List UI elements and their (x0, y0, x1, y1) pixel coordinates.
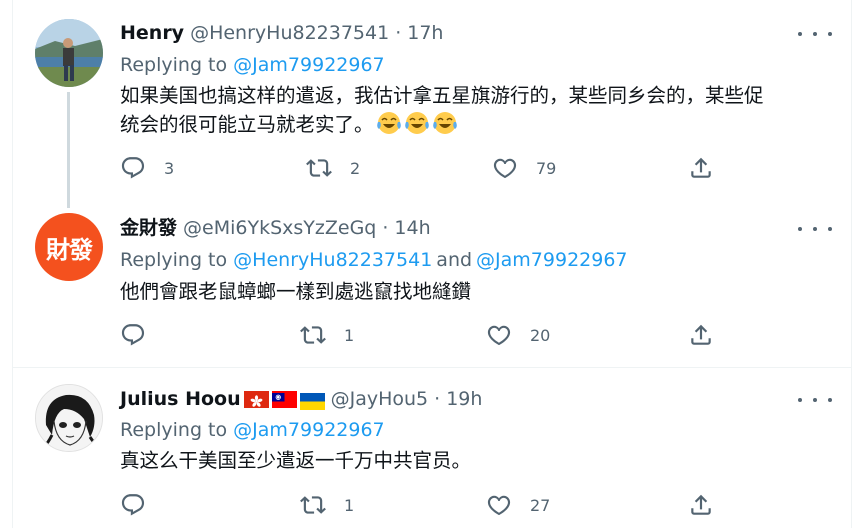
timestamp[interactable]: 19h (446, 386, 482, 412)
mention-link[interactable]: @HenryHu82237541 (233, 249, 432, 271)
share-icon (691, 157, 711, 178)
replying-to: Replying to @Jam79922967 (120, 417, 385, 443)
share-button[interactable] (688, 155, 714, 181)
more-icon[interactable] (798, 219, 832, 239)
tweet-henry[interactable]: Henry @HenryHu82237541 · 17h Replying to… (0, 0, 864, 208)
tears-of-joy-emoji-icon (376, 112, 401, 134)
tweet-jin-cai-fa[interactable]: 財發 金財發 @eMi6YkSxsYzZeGq · 14h Replying t… (0, 200, 864, 368)
handle[interactable]: @HenryHu82237541 (190, 20, 389, 46)
reply-icon (121, 324, 145, 346)
retweet-button[interactable]: 1 (300, 492, 354, 518)
like-button[interactable]: 20 (486, 322, 550, 348)
tweet-text: 真这么干美国至少遣返一千万中共官员。 (120, 449, 472, 472)
reply-count: 3 (164, 158, 175, 178)
like-icon (493, 158, 517, 178)
timestamp[interactable]: 14h (394, 215, 430, 241)
reply-button[interactable] (120, 492, 146, 518)
like-count: 20 (530, 325, 551, 345)
like-icon (487, 495, 511, 515)
retweet-count: 2 (350, 158, 361, 178)
retweet-icon (300, 496, 326, 514)
avatar[interactable]: 財發 (35, 213, 103, 281)
tweet-julius-hoou[interactable]: Julius Hoou @JayHou5 · 19h Replying to @… (0, 368, 864, 528)
separator-dot: · (434, 388, 441, 410)
retweet-button[interactable]: 1 (300, 322, 354, 348)
retweet-count: 1 (344, 495, 355, 515)
retweet-icon (306, 159, 332, 177)
tweet-text: 他們會跟老鼠蟑螂一樣到處逃竄找地縫鑽 (120, 280, 472, 303)
timestamp[interactable]: 17h (407, 20, 443, 46)
like-count: 27 (530, 495, 551, 515)
mention-link[interactable]: @Jam79922967 (476, 249, 627, 271)
tweet-text: 如果美国也搞这样的遣返，我估计拿五星旗游行的，某些同乡会的，某些促 统会的很可能… (120, 81, 820, 139)
replying-to: Replying to @Jam79922967 (120, 52, 385, 78)
avatar[interactable] (35, 19, 103, 87)
share-button[interactable] (688, 492, 714, 518)
more-icon[interactable] (798, 24, 832, 44)
tweet-text-line-emoji: 统会的很可能立马就老实了。 (120, 110, 820, 139)
replying-label: Replying to (120, 419, 228, 441)
ukraine-flag-icon (299, 391, 325, 410)
retweet-button[interactable]: 2 (306, 155, 360, 181)
handle[interactable]: @JayHou5 (331, 386, 429, 412)
avatar-text: 財發 (46, 235, 93, 264)
tweet-text-line: 如果美国也搞这样的遣返，我估计拿五星旗游行的，某些同乡会的，某些促 (120, 84, 764, 107)
replying-to: Replying to @HenryHu82237541 and @Jam79922… (120, 247, 628, 273)
share-icon (691, 494, 711, 515)
display-name[interactable]: 金財發 (120, 215, 177, 241)
mention-link[interactable]: @Jam79922967 (233, 54, 384, 76)
taiwan-flag-icon (271, 390, 297, 408)
separator-dot: · (395, 22, 402, 44)
and-text: and (436, 249, 473, 271)
display-name[interactable]: Henry (120, 20, 184, 46)
tears-of-joy-emoji-icon (432, 112, 457, 134)
thread-line (67, 92, 70, 208)
separator-dot: · (382, 217, 389, 239)
retweet-icon (300, 326, 326, 344)
replying-label: Replying to (120, 54, 228, 76)
like-count: 79 (536, 158, 557, 178)
like-button[interactable]: 79 (492, 155, 556, 181)
like-button[interactable]: 27 (486, 492, 550, 518)
like-icon (487, 325, 511, 345)
display-name[interactable]: Julius Hoou (120, 386, 241, 412)
reply-button[interactable]: 3 (120, 155, 174, 181)
share-button[interactable] (688, 322, 714, 348)
hong-kong-flag-icon (243, 390, 269, 408)
replying-label: Replying to (120, 249, 228, 271)
avatar[interactable] (35, 384, 103, 452)
more-icon[interactable] (798, 390, 832, 410)
handle[interactable]: @eMi6YkSxsYzZeGq (183, 215, 376, 241)
share-icon (691, 324, 711, 345)
tears-of-joy-emoji-icon (404, 112, 429, 134)
reply-icon (121, 494, 145, 516)
retweet-count: 1 (344, 325, 355, 345)
mention-link[interactable]: @Jam79922967 (233, 419, 384, 441)
reply-icon (121, 157, 145, 179)
reply-button[interactable] (120, 322, 146, 348)
